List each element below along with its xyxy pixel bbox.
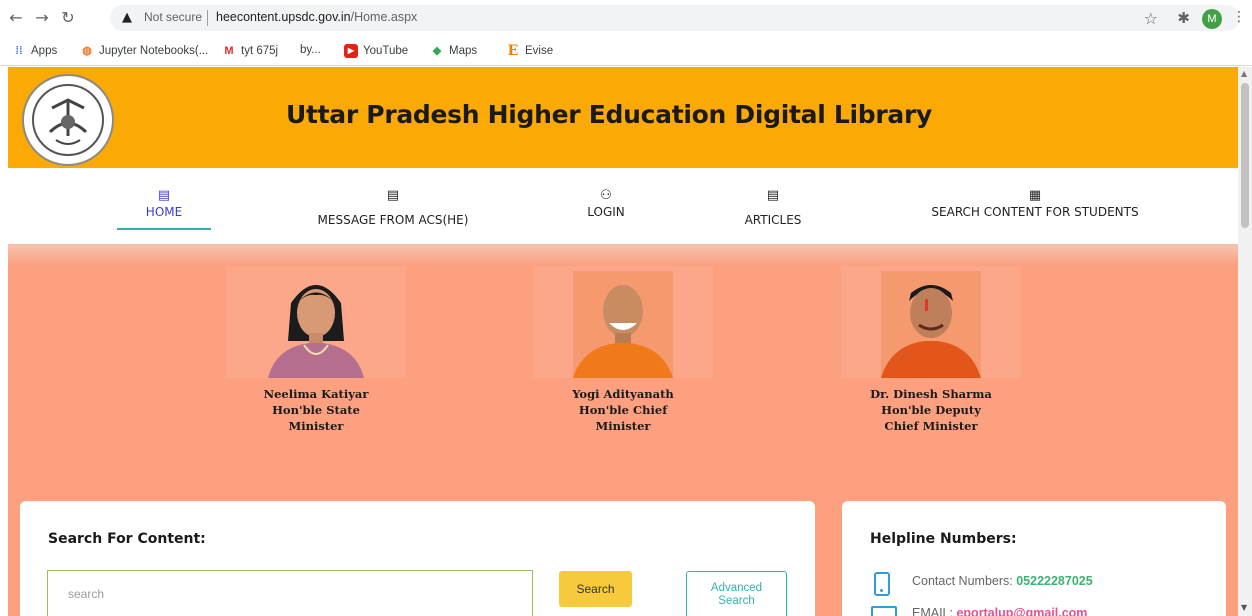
hero-shadow: [8, 244, 1238, 266]
phone-icon: [874, 572, 890, 596]
nav-label: SEARCH CONTENT FOR STUDENTS: [931, 205, 1139, 219]
youtube-icon: ▶: [344, 44, 358, 58]
profile-avatar[interactable]: M: [1202, 9, 1222, 29]
menu-kebab-icon[interactable]: ⋮: [1232, 9, 1246, 25]
bookmark-label: by...: [300, 44, 321, 56]
scroll-up-arrow-icon[interactable]: ▲: [1241, 69, 1247, 78]
document-icon: ▤: [766, 188, 780, 203]
nav-label: HOME: [145, 205, 183, 219]
search-card: Search For Content: Search Advanced Sear…: [20, 501, 815, 616]
advanced-label-line: Search: [718, 595, 755, 607]
maps-icon: ◆: [432, 45, 442, 57]
bookmark-label: Evise: [525, 45, 554, 57]
bookmark-evise[interactable]: E Evise: [506, 44, 553, 58]
leader-title: Minister: [595, 419, 651, 433]
page-scrollbar[interactable]: ▲ ▼: [1238, 67, 1252, 616]
bookmark-apps[interactable]: ⁞⁞ Apps: [12, 44, 57, 58]
search-input[interactable]: [47, 570, 533, 616]
leader-name: Neelima Katiyar: [263, 387, 369, 401]
header-banner: Uttar Pradesh Higher Education Digital L…: [8, 67, 1238, 168]
bookmark-youtube[interactable]: ▶ YouTube: [344, 44, 408, 58]
leader-photo: [881, 271, 981, 378]
advanced-search-button[interactable]: Advanced Search: [686, 571, 787, 616]
search-card-title: Search For Content:: [48, 531, 206, 547]
url-path: /Home.aspx: [350, 10, 418, 24]
security-status[interactable]: Not secure: [144, 10, 202, 24]
advanced-label-line: Advanced: [710, 582, 763, 594]
mail-icon: [871, 606, 897, 616]
bookmark-star-icon[interactable]: ☆: [1144, 9, 1158, 28]
address-bar[interactable]: ▲ Not secure heecontent.upsdc.gov.in/Hom…: [110, 5, 1240, 31]
evise-icon: E: [507, 43, 519, 59]
leader-caption: Dr. Dinesh Sharma Hon'ble Deputy Chief M…: [841, 386, 1021, 434]
leader-title: Hon'ble Chief: [578, 403, 668, 417]
warning-icon[interactable]: ▲: [122, 10, 132, 25]
url-host: heecontent.upsdc.gov.in: [216, 10, 351, 24]
scroll-down-arrow-icon[interactable]: ▼: [1241, 603, 1247, 612]
search-button[interactable]: Search: [559, 571, 632, 607]
bookmark-jupyter[interactable]: ◍ Jupyter Notebooks(...: [80, 44, 208, 58]
leader-title: Hon'ble State: [272, 403, 360, 417]
helpline-card: Helpline Numbers: Contact Numbers: 05222…: [842, 501, 1226, 616]
leader-caption: Neelima Katiyar Hon'ble State Minister: [226, 386, 406, 434]
leader-title: Hon'ble Deputy: [881, 403, 981, 417]
leader-name: Yogi Adityanath: [572, 387, 674, 401]
bookmark-label: Maps: [449, 45, 478, 57]
nav-label: MESSAGE FROM ACS(HE): [317, 213, 469, 227]
scroll-thumb[interactable]: [1241, 83, 1249, 228]
nav-label: LOGIN: [587, 205, 625, 219]
nav-articles[interactable]: ▤ ARTICLES: [723, 188, 823, 228]
contact-line: Contact Numbers: 05222287025: [912, 574, 1093, 588]
gmail-icon: M: [224, 45, 234, 57]
leader-caption: Yogi Adityanath Hon'ble Chief Minister: [533, 386, 713, 434]
hero-section: Neelima Katiyar Hon'ble State Minister Y…: [8, 244, 1238, 616]
divider: [207, 10, 208, 26]
main-nav: ▤ HOME ▤ MESSAGE FROM ACS(HE) ⚇ LOGIN ▤ …: [8, 168, 1238, 244]
browser-toolbar: ← → ↻ ▲ Not secure heecontent.upsdc.gov.…: [0, 0, 1252, 38]
bookmark-label: Jupyter Notebooks(...: [99, 45, 209, 57]
apps-grid-icon: ⁞⁞: [15, 45, 23, 57]
nav-home[interactable]: ▤ HOME: [117, 188, 211, 220]
back-arrow-icon[interactable]: ←: [6, 8, 26, 28]
bookmark-label: YouTube: [363, 45, 409, 57]
nav-label: ARTICLES: [744, 213, 802, 227]
nav-search-content[interactable]: ▦ SEARCH CONTENT FOR STUDENTS: [910, 188, 1160, 220]
extensions-puzzle-icon[interactable]: ✱: [1177, 9, 1190, 27]
leader-title: Chief Minister: [884, 419, 978, 433]
email-link[interactable]: eportalup@gmail.com: [956, 606, 1087, 616]
leader-photo: [266, 271, 366, 378]
bookmark-label: Apps: [31, 45, 58, 57]
user-icon: ⚇: [600, 188, 612, 203]
bookmark-by[interactable]: by...: [300, 44, 321, 56]
email-label: EMAIL:: [912, 606, 957, 616]
helpline-title: Helpline Numbers:: [870, 531, 1017, 547]
home-icon: ▤: [157, 188, 171, 203]
bookmark-maps[interactable]: ◆ Maps: [430, 44, 477, 58]
table-icon: ▦: [1028, 188, 1042, 203]
bookmarks-bar: ⁞⁞ Apps ◍ Jupyter Notebooks(... M tyt 67…: [0, 38, 1252, 66]
url-text[interactable]: heecontent.upsdc.gov.in/Home.aspx: [216, 10, 417, 24]
nav-active-underline: [117, 228, 211, 230]
page-content: Uttar Pradesh Higher Education Digital L…: [8, 67, 1238, 616]
site-title: Uttar Pradesh Higher Education Digital L…: [286, 100, 932, 129]
leader-name: Dr. Dinesh Sharma: [870, 387, 992, 401]
contact-number[interactable]: 05222287025: [1016, 574, 1092, 588]
document-icon: ▤: [386, 188, 400, 203]
leader-title: Minister: [288, 419, 344, 433]
leader-photo: [573, 271, 673, 378]
reload-icon[interactable]: ↻: [58, 8, 78, 28]
email-line: EMAIL: eportalup@gmail.com: [912, 606, 1087, 616]
up-emblem-logo: [22, 74, 114, 166]
jupyter-icon: ◍: [82, 45, 92, 57]
nav-login[interactable]: ⚇ LOGIN: [566, 188, 646, 220]
bookmark-label: tyt 675j: [241, 45, 279, 57]
nav-message-acs[interactable]: ▤ MESSAGE FROM ACS(HE): [283, 188, 503, 228]
bookmark-gmail[interactable]: M tyt 675j: [222, 44, 278, 58]
forward-arrow-icon[interactable]: →: [32, 8, 52, 28]
contact-label: Contact Numbers:: [912, 574, 1017, 588]
emblem-art-icon: [48, 98, 88, 145]
